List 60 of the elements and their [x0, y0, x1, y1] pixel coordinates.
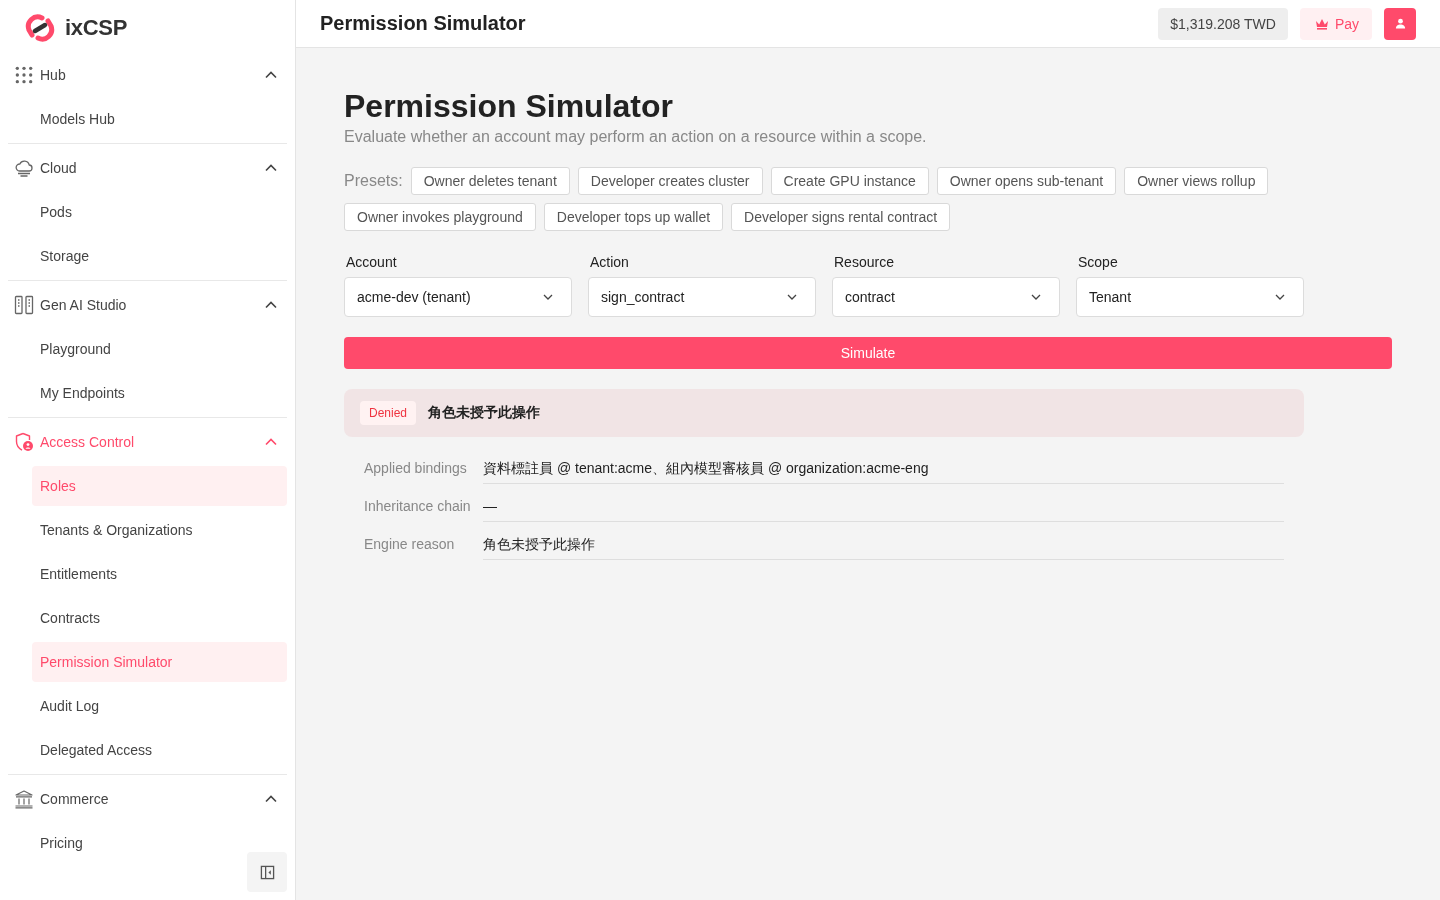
- logo-icon: [23, 12, 57, 43]
- decision-status: Denied: [360, 401, 417, 425]
- chevron-down-icon: [787, 294, 797, 300]
- wallet-balance: $1,319.208 TWD: [1158, 7, 1288, 40]
- sidebar-item[interactable]: Entitlements: [32, 554, 287, 594]
- sidebar-item[interactable]: My Endpoints: [32, 373, 287, 413]
- preset-button[interactable]: Developer signs rental contract: [731, 203, 951, 231]
- page-title: Permission Simulator: [344, 87, 674, 126]
- crown-icon: [1314, 17, 1329, 30]
- sidebar-item[interactable]: Tenants & Organizations: [32, 510, 287, 550]
- chevron-down-icon: [1031, 294, 1041, 300]
- sidebar-group-header[interactable]: Gen AI Studio: [8, 283, 287, 327]
- select-field[interactable]: sign_contract: [588, 277, 816, 317]
- dot-grid-icon: [14, 65, 34, 85]
- shield-user-icon: [14, 432, 34, 452]
- preset-button[interactable]: Developer creates cluster: [577, 167, 763, 195]
- field-label: Resource: [833, 253, 895, 271]
- preset-button[interactable]: Owner opens sub-tenant: [936, 167, 1117, 195]
- preset-button[interactable]: Owner deletes tenant: [410, 167, 570, 195]
- sidebar-item[interactable]: Playground: [32, 329, 287, 369]
- preset-button[interactable]: Create GPU instance: [770, 167, 929, 195]
- detail-label: Engine reason: [364, 535, 456, 554]
- two-panels-icon: [14, 295, 34, 315]
- sidebar-item[interactable]: Storage: [32, 236, 287, 276]
- select-field[interactable]: contract: [832, 277, 1060, 317]
- detail-label: Applied bindings: [364, 459, 468, 478]
- preset-button[interactable]: Owner invokes playground: [344, 203, 536, 231]
- presets-label: Presets:: [344, 172, 403, 190]
- detail-label: Inheritance chain: [364, 497, 472, 516]
- bank-icon: [14, 789, 34, 809]
- sidebar-item[interactable]: Delegated Access: [32, 730, 287, 770]
- sidebar-group-header[interactable]: Commerce: [8, 777, 287, 821]
- select-field[interactable]: Tenant: [1076, 277, 1304, 317]
- chevron-down-icon: [543, 294, 553, 300]
- user-avatar-button[interactable]: [1384, 7, 1416, 40]
- result-message: 角色未授予此操作: [428, 404, 541, 422]
- cloud-icon: [14, 158, 34, 178]
- sidebar-item[interactable]: Pods: [32, 192, 287, 232]
- detail-value: —: [483, 489, 1284, 522]
- detail-value: 資料標註員 @ tenant:acme、組內模型審核員 @ organization:acme-eng: [483, 451, 1284, 484]
- chevron-down-icon: [1275, 294, 1285, 300]
- sidebar-panel-icon: [259, 864, 275, 880]
- sidebar-item[interactable]: Contracts: [32, 598, 287, 638]
- sidebar-group-header[interactable]: Cloud: [8, 146, 287, 190]
- person-icon: [1394, 18, 1406, 29]
- sidebar-item[interactable]: Models Hub: [32, 99, 287, 139]
- sidebar-item[interactable]: Audit Log: [32, 686, 287, 726]
- page-subtitle: Evaluate whether an account may perform an action on a resource within a scope.: [344, 127, 928, 147]
- field-label: Account: [345, 253, 398, 271]
- sidebar-group-header[interactable]: Hub: [8, 53, 287, 97]
- collapse-sidebar-button[interactable]: [247, 852, 287, 892]
- preset-button[interactable]: Owner views rollup: [1124, 167, 1269, 195]
- field-label: Action: [589, 253, 630, 271]
- select-field[interactable]: acme-dev (tenant): [344, 277, 572, 317]
- field-label: Scope: [1077, 253, 1119, 271]
- sidebar-item[interactable]: Pricing: [32, 823, 287, 852]
- detail-value: 角色未授予此操作: [483, 527, 1284, 560]
- page-header-title: Permission Simulator: [320, 12, 526, 35]
- logo-text: ixCSP: [65, 14, 128, 41]
- preset-button[interactable]: Developer tops up wallet: [543, 203, 724, 231]
